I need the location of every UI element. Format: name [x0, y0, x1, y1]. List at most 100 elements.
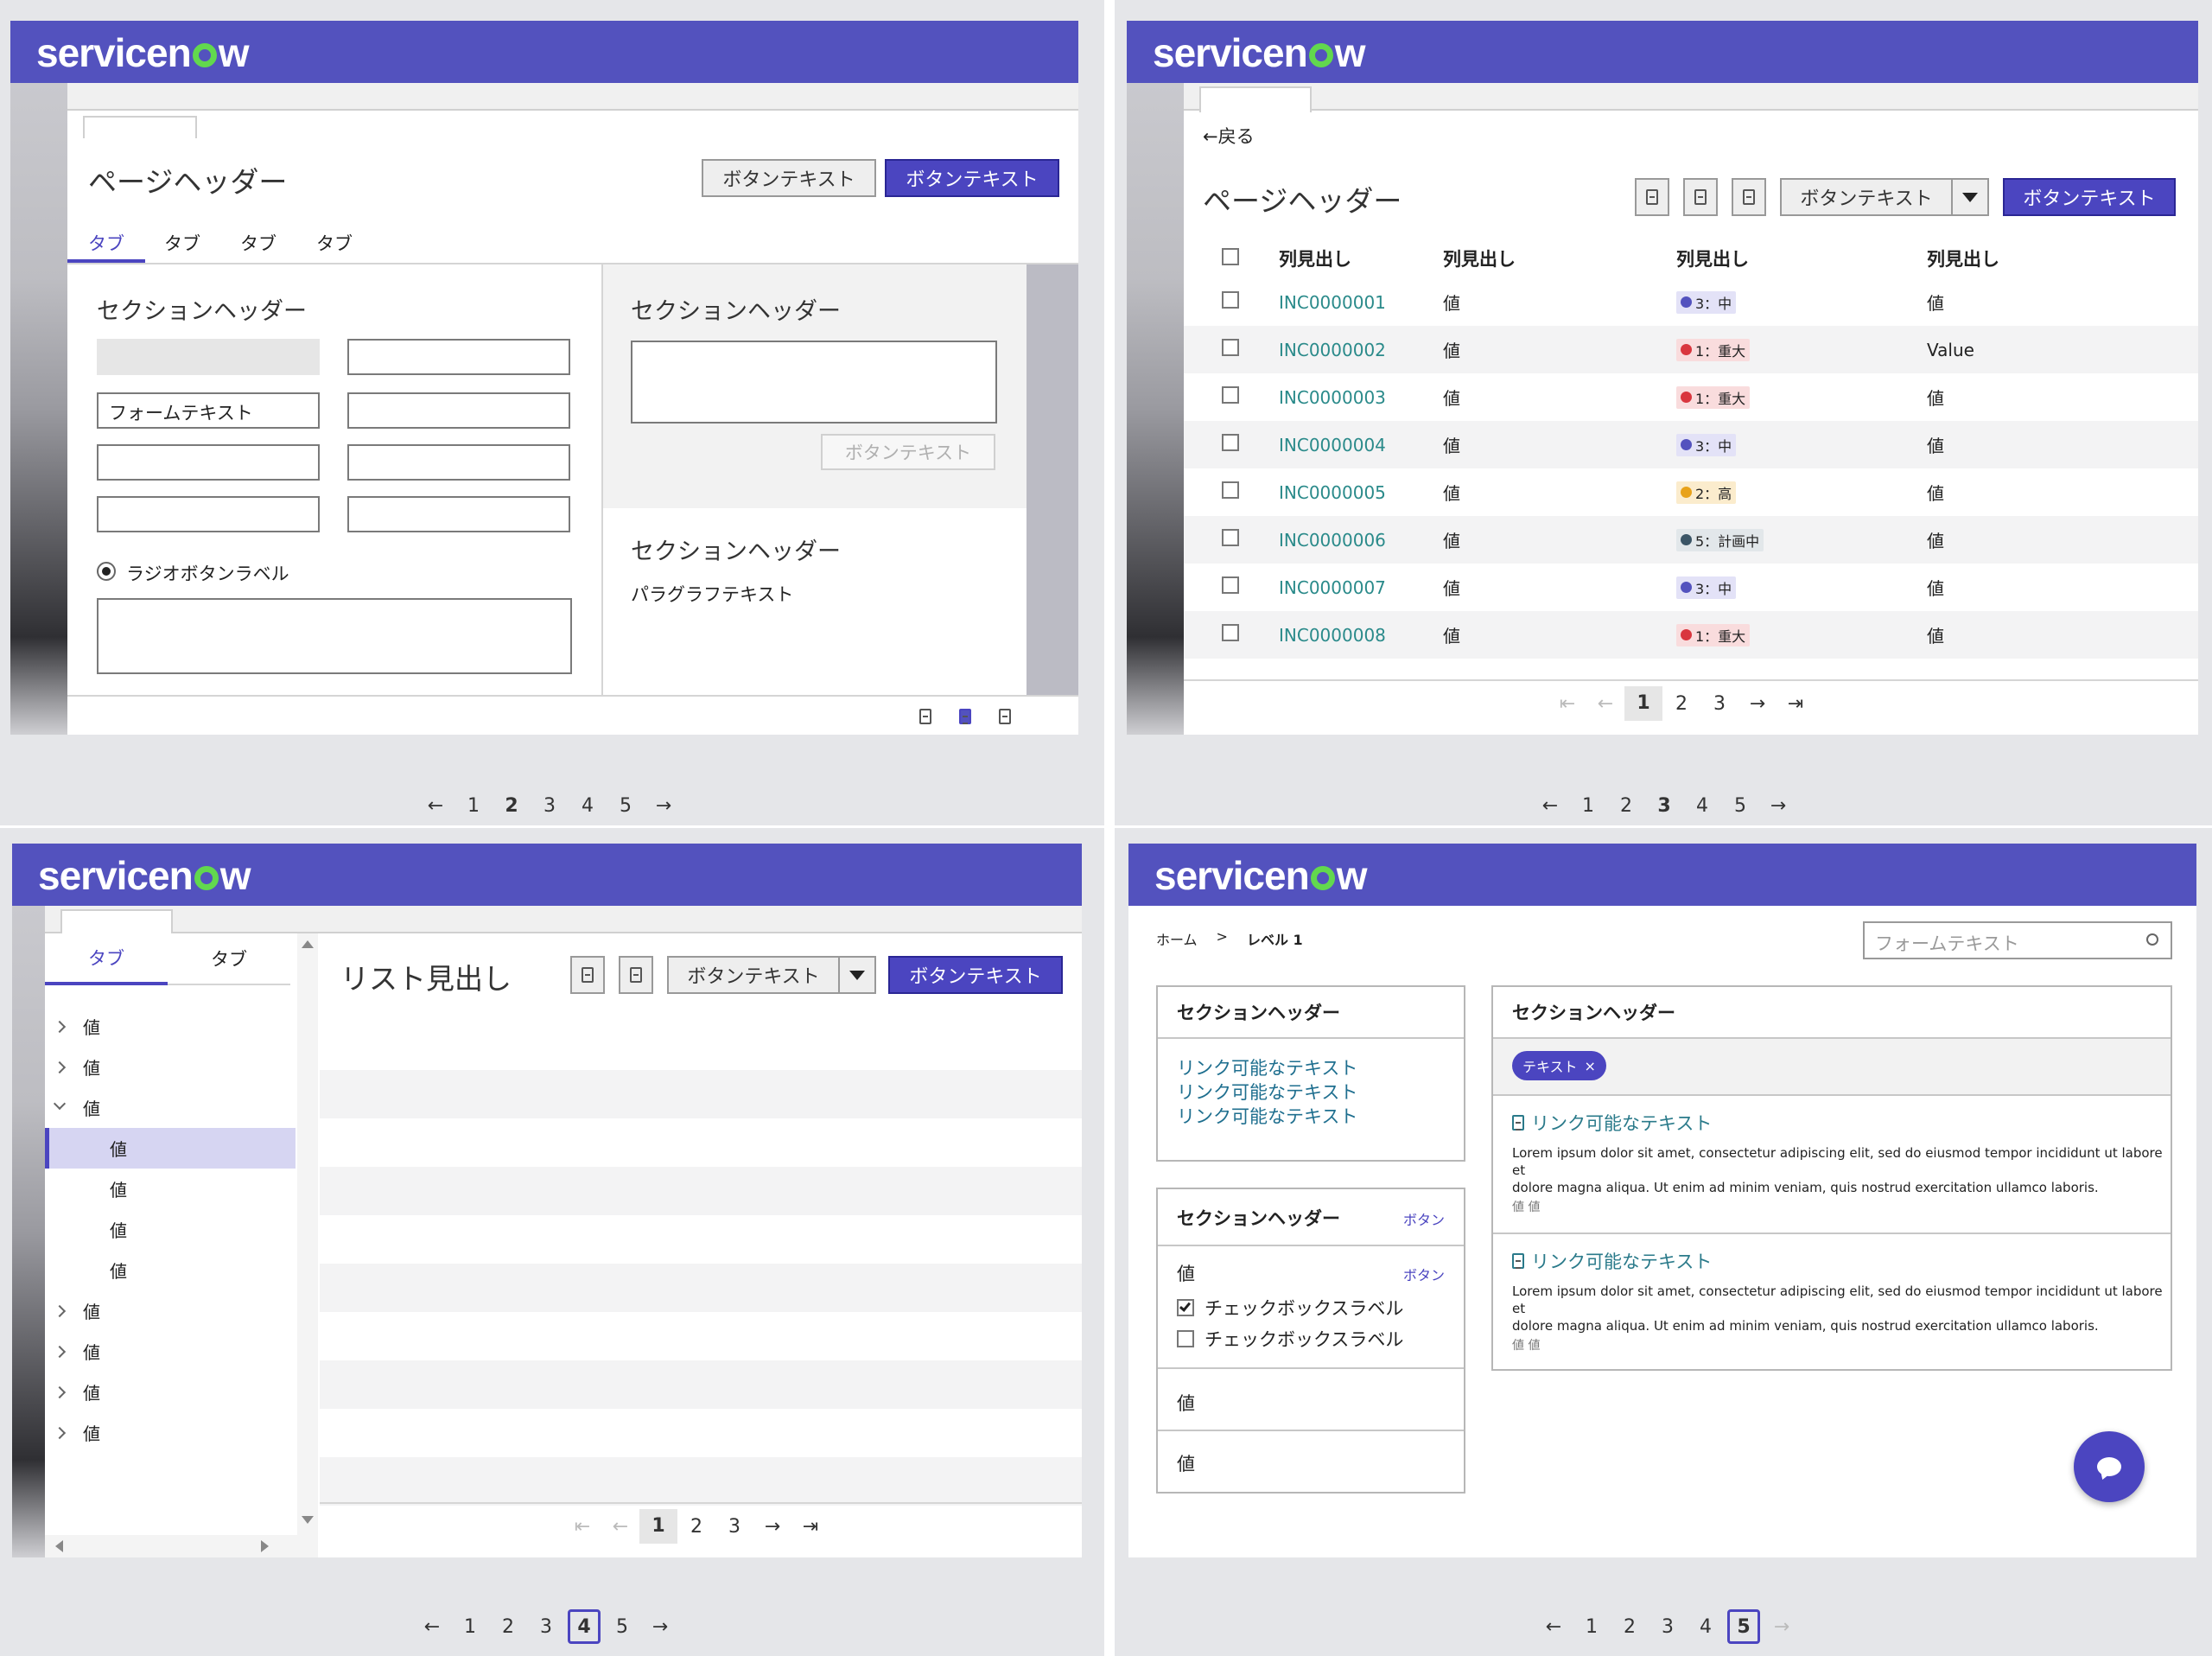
incident-link[interactable]: INC0000008 [1244, 625, 1443, 646]
table-row[interactable]: INC0000007 値 3：中値 [1184, 564, 2198, 611]
column-header[interactable]: 列見出し [1443, 245, 1676, 271]
last-page-icon[interactable]: ⇥ [1777, 693, 1815, 715]
tree-item[interactable]: 値 [45, 1087, 296, 1128]
doc-icon[interactable] [919, 709, 931, 724]
filter-row[interactable]: 値 [1177, 1390, 1195, 1416]
filter-row[interactable]: 値 [1177, 1450, 1195, 1476]
next-arrow[interactable]: → [641, 1616, 679, 1638]
secondary-button[interactable]: ボタンテキスト [702, 159, 876, 197]
doc-button[interactable] [619, 956, 653, 994]
text-field[interactable] [97, 496, 320, 532]
link[interactable]: リンク可能なテキスト [1177, 1056, 1357, 1080]
card-header-button[interactable]: ボタン [1403, 1208, 1445, 1229]
scroll-down-icon[interactable] [302, 1516, 314, 1524]
page-1[interactable]: 1 [454, 795, 493, 817]
prev-page-icon[interactable]: ← [601, 1516, 639, 1538]
text-field[interactable] [97, 444, 320, 481]
row-checkbox[interactable] [1222, 481, 1239, 499]
row-checkbox[interactable] [1222, 434, 1239, 451]
next-arrow[interactable]: → [1759, 795, 1797, 817]
tree-item-selected[interactable]: 値 [45, 1128, 296, 1169]
page-2-current[interactable]: 2 [493, 795, 531, 817]
doc-filled-icon[interactable] [959, 709, 971, 724]
row-checkbox[interactable] [1222, 576, 1239, 594]
doc-button[interactable] [1732, 178, 1766, 216]
filter-pill[interactable]: テキスト × [1512, 1051, 1606, 1080]
tree-tab[interactable]: タブ [168, 933, 290, 985]
window-tab[interactable] [60, 909, 173, 935]
textarea[interactable] [97, 598, 572, 674]
row-checkbox[interactable] [1222, 624, 1239, 641]
incident-link[interactable]: INC0000001 [1244, 292, 1443, 313]
tree-item[interactable]: 値 [45, 1209, 296, 1250]
prev-arrow[interactable]: ← [1531, 795, 1569, 817]
search-input[interactable]: フォームテキスト [1863, 921, 2172, 959]
result-link[interactable]: リンク可能なテキスト [1531, 1110, 1712, 1136]
prev-arrow[interactable]: ← [1535, 1616, 1573, 1638]
page-1[interactable]: 1 [1573, 1616, 1611, 1638]
incident-link[interactable]: INC0000005 [1244, 482, 1443, 503]
tab-1[interactable]: タブ [88, 230, 164, 256]
window-tab[interactable] [1199, 86, 1312, 112]
checkbox-unchecked[interactable] [1177, 1330, 1194, 1347]
page-1[interactable]: 1 [1569, 795, 1607, 817]
page-5-current[interactable]: 5 [1727, 1609, 1760, 1644]
secondary-button[interactable]: ボタンテキスト [667, 956, 840, 994]
incident-link[interactable]: INC0000006 [1244, 530, 1443, 551]
link[interactable]: リンク可能なテキスト [1177, 1080, 1357, 1105]
column-header[interactable]: 列見出し [1676, 245, 1927, 271]
text-field[interactable] [347, 444, 570, 481]
dropdown-toggle[interactable] [838, 956, 876, 994]
prev-page-icon[interactable]: ← [1586, 693, 1624, 715]
tree-item[interactable]: 値 [45, 1290, 296, 1331]
doc-button[interactable] [1683, 178, 1718, 216]
incident-link[interactable]: INC0000004 [1244, 435, 1443, 455]
tree-tab-active[interactable]: タブ [45, 933, 168, 985]
link[interactable]: リンク可能なテキスト [1177, 1105, 1357, 1129]
page-1-current[interactable]: 1 [639, 1509, 677, 1544]
page-4[interactable]: 4 [569, 795, 607, 817]
right-textarea[interactable] [631, 341, 997, 424]
incident-link[interactable]: INC0000002 [1244, 340, 1443, 360]
page-5[interactable]: 5 [607, 795, 645, 817]
tree-item[interactable]: 値 [45, 1412, 296, 1453]
page-3[interactable]: 3 [715, 1516, 753, 1538]
dropdown-toggle[interactable] [1951, 178, 1989, 216]
chevron-right-icon[interactable] [53, 1345, 67, 1358]
page-2[interactable]: 2 [1662, 693, 1700, 715]
chevron-right-icon[interactable] [53, 1304, 67, 1317]
table-row[interactable]: INC0000003 値 1：重大値 [1184, 373, 2198, 421]
checkbox-row[interactable]: チェックボックスラベル [1177, 1295, 1403, 1321]
breadcrumb-home[interactable]: ホーム [1156, 928, 1198, 949]
table-row[interactable]: INC0000008 値 1：重大値 [1184, 611, 2198, 659]
checkbox-checked[interactable] [1177, 1299, 1194, 1316]
primary-button[interactable]: ボタンテキスト [885, 159, 1059, 197]
horizontal-scrollbar[interactable] [45, 1535, 297, 1557]
tree-item[interactable]: 値 [45, 1169, 296, 1209]
next-page-icon[interactable]: → [753, 1516, 791, 1538]
page-1-current[interactable]: 1 [1624, 686, 1662, 721]
page-5[interactable]: 5 [603, 1616, 641, 1638]
filter-button[interactable]: ボタン [1403, 1264, 1445, 1284]
table-row[interactable]: INC0000006 値 5：計画中値 [1184, 516, 2198, 564]
tree-item[interactable]: 値 [45, 1006, 296, 1047]
tree-item[interactable]: 値 [45, 1250, 296, 1290]
page-1[interactable]: 1 [451, 1616, 489, 1638]
doc-icon[interactable] [999, 709, 1011, 724]
search-icon[interactable] [2146, 933, 2158, 946]
secondary-button[interactable]: ボタンテキスト [1780, 178, 1953, 216]
first-page-icon[interactable]: ⇤ [563, 1516, 601, 1538]
vertical-scrollbar[interactable] [297, 933, 318, 1557]
page-4-current[interactable]: 4 [568, 1609, 601, 1644]
row-checkbox[interactable] [1222, 339, 1239, 356]
page-4[interactable]: 4 [1687, 1616, 1725, 1638]
chevron-right-icon[interactable] [53, 1385, 67, 1398]
text-field[interactable] [347, 392, 570, 429]
tree-item[interactable]: 値 [45, 1047, 296, 1087]
incident-link[interactable]: INC0000007 [1244, 577, 1443, 598]
page-3[interactable]: 3 [531, 795, 569, 817]
page-3-current[interactable]: 3 [1645, 795, 1683, 817]
tree-item[interactable]: 値 [45, 1372, 296, 1412]
next-arrow[interactable]: → [645, 795, 683, 817]
tab-3[interactable]: タブ [240, 230, 316, 256]
